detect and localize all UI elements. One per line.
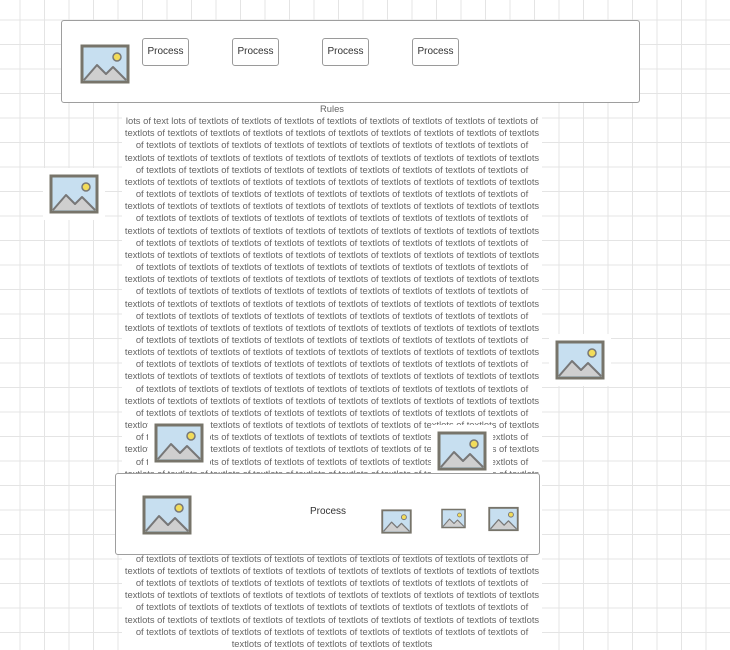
process-button-2[interactable]: Process	[232, 38, 279, 66]
image-placeholder-icon[interactable]	[148, 417, 210, 469]
image-placeholder-icon[interactable]	[136, 488, 198, 542]
image-placeholder-icon[interactable]	[43, 168, 105, 220]
image-placeholder-icon[interactable]	[74, 38, 136, 90]
rules-title: Rules	[320, 103, 344, 114]
image-placeholder-icon[interactable]	[549, 334, 611, 386]
process-button-1[interactable]: Process	[142, 38, 189, 66]
rules-text-block: Rules lots of text lots of textlots of t…	[122, 103, 542, 650]
image-placeholder-icon[interactable]	[431, 425, 493, 477]
rules-body: lots of text lots of textlots of textlot…	[124, 115, 540, 649]
image-placeholder-icon[interactable]	[378, 506, 415, 537]
image-placeholder-icon[interactable]	[485, 503, 522, 535]
process-label[interactable]: Process	[298, 506, 358, 517]
process-button-3[interactable]: Process	[322, 38, 369, 66]
image-placeholder-icon[interactable]	[439, 506, 468, 531]
process-button-4[interactable]: Process	[412, 38, 459, 66]
